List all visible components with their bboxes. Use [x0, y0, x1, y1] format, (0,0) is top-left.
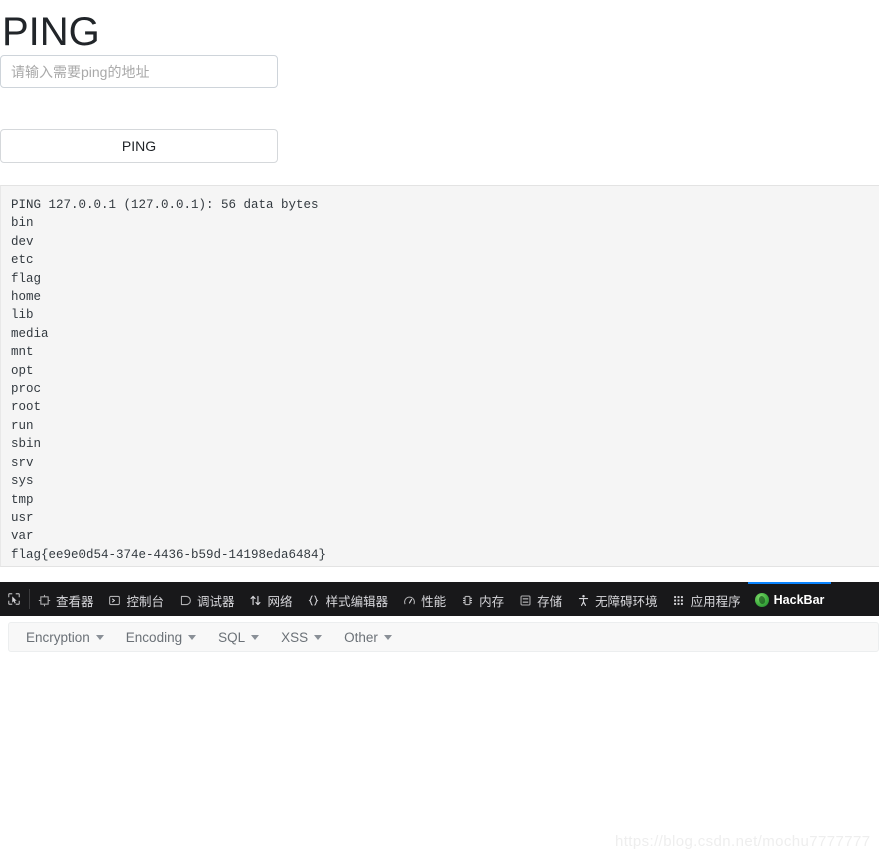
output-line: srv [11, 455, 34, 470]
output-line: PING 127.0.0.1 (127.0.0.1): 56 data byte… [11, 198, 319, 212]
hackbar-menubar: Encryption Encoding SQL XSS Other [8, 622, 879, 652]
devtools-tab-label: 内存 [479, 594, 505, 609]
ping-address-input[interactable] [0, 55, 278, 88]
chevron-down-icon [314, 634, 323, 640]
hackbar-panel: Encryption Encoding SQL XSS Other [0, 616, 879, 862]
hackbar-icon [754, 593, 769, 607]
output-line: tmp [11, 492, 34, 507]
debugger-icon [178, 593, 192, 607]
output-line-flag: flag{ee9e0d54-374e-4436-b59d-14198eda648… [11, 547, 327, 562]
menu-label: SQL [218, 629, 246, 645]
output-line: opt [11, 363, 34, 378]
performance-icon [402, 593, 416, 607]
output-line: proc [11, 382, 42, 397]
application-icon [672, 593, 686, 607]
devtools-tab-accessibility[interactable]: 无障碍环境 [569, 582, 665, 616]
output-line: dev [11, 234, 34, 249]
devtools-tab-label: 样式编辑器 [325, 594, 389, 609]
devtools-tab-label: 性能 [421, 594, 447, 609]
output-line: sys [11, 474, 34, 489]
devtools-tab-label: 调试器 [197, 594, 235, 609]
menu-label: Encryption [26, 629, 90, 645]
chevron-down-icon [383, 634, 392, 640]
devtools-tab-label: 应用程序 [690, 594, 741, 609]
menu-label: Other [344, 629, 378, 645]
accessibility-icon [576, 593, 590, 607]
element-picker-button[interactable] [0, 582, 29, 616]
chevron-down-icon [188, 634, 197, 640]
menu-encoding[interactable]: Encoding [115, 630, 207, 645]
devtools-tab-debugger[interactable]: 调试器 [171, 582, 242, 616]
devtools-tab-label: HackBar [773, 593, 825, 607]
web-page-content: PING PING PING 127.0.0.1 (127.0.0.1): 56… [0, 0, 879, 582]
output-line: sbin [11, 437, 42, 452]
output-line: run [11, 418, 34, 433]
ping-submit-button[interactable]: PING [0, 129, 278, 163]
devtools-tab-storage[interactable]: 存储 [511, 582, 569, 616]
memory-icon [460, 593, 474, 607]
ping-output-panel: PING 127.0.0.1 (127.0.0.1): 56 data byte… [0, 185, 879, 567]
chevron-down-icon [251, 634, 260, 640]
devtools-tab-style-editor[interactable]: 样式编辑器 [300, 582, 396, 616]
devtools-tab-label: 网络 [267, 594, 293, 609]
menu-encryption[interactable]: Encryption [15, 630, 115, 645]
output-line: flag [11, 271, 42, 286]
menu-sql[interactable]: SQL [207, 630, 270, 645]
console-icon [108, 593, 122, 607]
devtools-tab-label: 存储 [537, 594, 563, 609]
devtools-tab-label: 控制台 [126, 594, 165, 609]
devtools-tab-label: 查看器 [56, 594, 94, 609]
devtools-tab-hackbar[interactable]: HackBar [747, 582, 832, 616]
devtools-tab-performance[interactable]: 性能 [395, 582, 453, 616]
devtools-tab-console[interactable]: 控制台 [101, 582, 172, 616]
element-picker-icon [7, 592, 21, 606]
output-line: etc [11, 253, 34, 268]
output-line: media [11, 326, 49, 341]
menu-label: Encoding [125, 629, 183, 645]
devtools-tab-inspector[interactable]: 查看器 [30, 582, 101, 616]
menu-xss[interactable]: XSS [270, 630, 333, 645]
page-title: PING [2, 10, 100, 54]
style-editor-icon [307, 593, 321, 607]
output-line: home [11, 290, 42, 305]
devtools-tab-network[interactable]: 网络 [242, 582, 300, 616]
devtools-tab-application[interactable]: 应用程序 [665, 582, 748, 616]
storage-icon [518, 593, 532, 607]
output-line: mnt [11, 345, 34, 360]
output-line: bin [11, 216, 34, 231]
output-line: lib [11, 308, 34, 323]
menu-other[interactable]: Other [333, 630, 403, 645]
output-line: root [11, 400, 42, 415]
devtools-tab-memory[interactable]: 内存 [453, 582, 511, 616]
chevron-down-icon [95, 634, 104, 640]
devtools-toolbar: 查看器 控制台 调试器 网络 样式编辑器 性能 内存 存储 无障碍环境 应用程序… [0, 582, 879, 616]
menu-label: XSS [281, 629, 309, 645]
network-icon [249, 593, 263, 607]
inspector-icon [37, 593, 51, 607]
output-line: usr [11, 510, 34, 525]
devtools-tab-label: 无障碍环境 [595, 594, 658, 609]
output-line: var [11, 529, 34, 544]
